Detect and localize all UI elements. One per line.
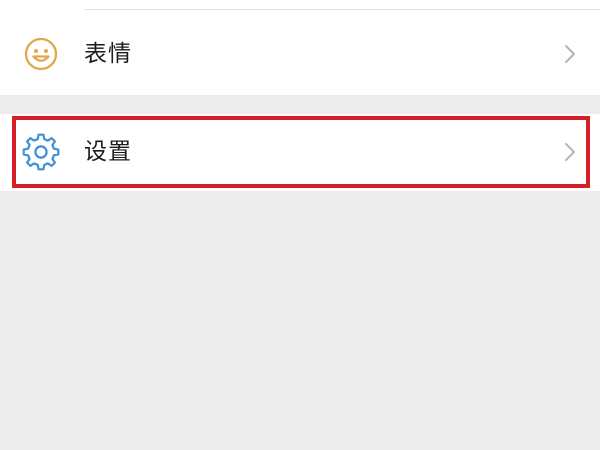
menu-item-label: 设置 xyxy=(84,139,132,165)
smiley-icon xyxy=(24,37,58,71)
chevron-right-icon xyxy=(565,143,575,161)
chevron-right-icon xyxy=(565,45,575,63)
divider xyxy=(84,9,600,10)
gear-icon xyxy=(22,133,60,171)
menu-item-settings[interactable]: 设置 xyxy=(0,114,600,190)
menu-item-stickers[interactable]: 表情 xyxy=(0,16,600,92)
menu-item-label: 表情 xyxy=(84,41,132,67)
